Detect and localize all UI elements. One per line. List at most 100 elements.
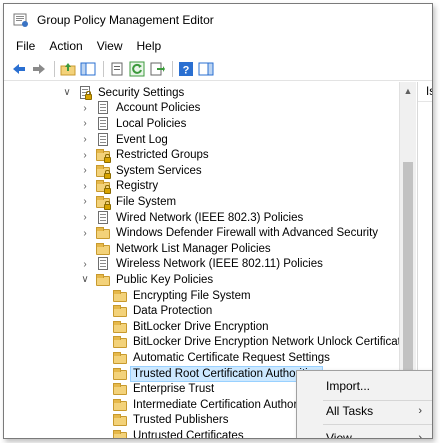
menu-help[interactable]: Help — [130, 39, 169, 53]
tree-item-event-log[interactable]: › Event Log — [80, 132, 170, 148]
tree-item-label: Encrypting File System — [133, 289, 251, 302]
tree-item-intermediate-ca[interactable]: Intermediate Certification Authorities — [97, 397, 320, 413]
folder-icon — [113, 382, 127, 396]
tree-item-bitlocker-network-unlock[interactable]: BitLocker Drive Encryption Network Unloc… — [97, 335, 399, 351]
window-title: Group Policy Management Editor — [37, 12, 214, 27]
tree-item-untrusted-certificates[interactable]: Untrusted Certificates — [97, 428, 246, 438]
tree-item-label: Intermediate Certification Authorities — [133, 398, 318, 411]
tree-item-label: Trusted Root Certification Authorities — [130, 365, 323, 382]
tree-item-system-services[interactable]: › System Services — [80, 163, 204, 179]
folder-icon — [113, 351, 127, 365]
folder-icon — [96, 242, 110, 256]
context-menu: Import... All Tasks › View › — [296, 370, 432, 439]
back-arrow-icon[interactable] — [10, 60, 28, 78]
tree-item-label: BitLocker Drive Encryption — [133, 320, 269, 333]
context-menu-view[interactable]: View › — [297, 427, 432, 439]
expand-chevron-icon[interactable]: › — [80, 164, 90, 178]
menu-file[interactable]: File — [9, 39, 42, 53]
tree-item-wired-network-policies[interactable]: › Wired Network (IEEE 802.3) Policies — [80, 210, 305, 226]
toolbar-separator — [172, 60, 173, 77]
folder-icon — [96, 273, 110, 287]
scroll-up-arrow-icon[interactable]: ▲ — [400, 82, 416, 99]
tree-item-label: Wireless Network (IEEE 802.11) Policies — [116, 258, 323, 271]
collapse-chevron-icon[interactable]: ∨ — [80, 273, 90, 287]
svg-text:?: ? — [183, 64, 190, 76]
tree-item-trusted-publishers[interactable]: Trusted Publishers — [97, 413, 230, 429]
tree-item-label: Registry — [116, 180, 159, 193]
context-menu-import[interactable]: Import... — [297, 375, 432, 397]
tree-item-registry[interactable]: › Registry — [80, 179, 160, 195]
tree-item-encrypting-file-system[interactable]: Encrypting File System — [97, 288, 253, 304]
show-action-pane-icon[interactable] — [197, 60, 215, 78]
tree-item-account-policies[interactable]: › Account Policies — [80, 101, 202, 117]
tree-item-security-settings[interactable]: ∨ Security Settings — [62, 85, 186, 101]
context-menu-label: View — [326, 431, 352, 439]
folder-icon — [113, 398, 127, 412]
folder-icon — [113, 304, 127, 318]
policy-doc-icon — [96, 101, 110, 115]
menu-view[interactable]: View — [90, 39, 130, 53]
tree-item-defender-firewall[interactable]: › Windows Defender Firewall with Advance… — [80, 225, 380, 241]
context-menu-label: Import... — [326, 379, 371, 393]
up-folder-icon[interactable] — [59, 60, 77, 78]
expand-chevron-icon[interactable]: › — [80, 179, 90, 193]
expand-chevron-icon[interactable]: › — [80, 195, 90, 209]
tree-item-label: File System — [116, 195, 177, 208]
export-list-icon[interactable] — [148, 60, 166, 78]
locked-folder-icon — [96, 179, 111, 195]
folder-icon — [113, 413, 127, 427]
tree-item-enterprise-trust[interactable]: Enterprise Trust — [97, 381, 216, 397]
tree-item-label: Windows Defender Firewall with Advanced … — [116, 227, 379, 240]
tree-item-label: Data Protection — [133, 305, 213, 318]
group-policy-app-icon — [13, 12, 29, 28]
forward-arrow-icon[interactable] — [30, 60, 48, 78]
tree-item-data-protection[interactable]: Data Protection — [97, 303, 214, 319]
locked-folder-icon — [96, 195, 111, 210]
details-column-header[interactable]: Is — [418, 82, 432, 102]
tree-item-label: Network List Manager Policies — [116, 242, 271, 255]
refresh-icon[interactable] — [128, 60, 146, 78]
expand-chevron-icon[interactable]: › — [80, 133, 90, 147]
collapse-chevron-icon[interactable]: ∨ — [62, 86, 72, 100]
context-menu-label: All Tasks — [326, 404, 374, 418]
tree-item-file-system[interactable]: › File System — [80, 194, 178, 210]
locked-folder-icon — [96, 148, 111, 164]
submenu-arrow-icon: › — [418, 432, 422, 439]
tree-item-label: BitLocker Drive Encryption Network Unloc… — [133, 336, 399, 349]
tree-item-automatic-cert-request[interactable]: Automatic Certificate Request Settings — [97, 350, 332, 366]
tree-item-trusted-root-ca[interactable]: Trusted Root Certification Authorities — [97, 365, 323, 382]
show-hide-tree-icon[interactable] — [79, 60, 97, 78]
tree-item-label: Trusted Publishers — [133, 414, 229, 427]
tree-item-label: Wired Network (IEEE 802.3) Policies — [116, 211, 304, 224]
expand-chevron-icon[interactable]: › — [80, 117, 90, 131]
policy-doc-icon — [96, 132, 110, 147]
folder-icon — [113, 429, 127, 438]
tree-item-bitlocker[interactable]: BitLocker Drive Encryption — [97, 319, 271, 335]
expand-chevron-icon[interactable]: › — [80, 211, 90, 225]
menu-action[interactable]: Action — [42, 39, 89, 53]
folder-icon — [113, 320, 127, 334]
tree-item-network-list-manager[interactable]: Network List Manager Policies — [80, 241, 273, 257]
properties-icon[interactable] — [108, 60, 126, 78]
help-icon[interactable]: ? — [177, 60, 195, 78]
tree-item-label: Account Policies — [116, 102, 201, 115]
tree-item-label: Restricted Groups — [116, 149, 209, 162]
security-settings-icon — [78, 85, 92, 100]
expand-chevron-icon[interactable]: › — [80, 148, 90, 162]
expand-chevron-icon[interactable]: › — [80, 101, 90, 115]
tree-item-public-key-policies[interactable]: ∨ Public Key Policies — [80, 272, 215, 288]
submenu-arrow-icon: › — [418, 405, 422, 417]
tree-item-label: Enterprise Trust — [133, 383, 215, 396]
folder-icon — [113, 335, 127, 349]
expand-chevron-icon[interactable]: › — [80, 257, 90, 271]
tree-item-restricted-groups[interactable]: › Restricted Groups — [80, 147, 211, 164]
tree-item-local-policies[interactable]: › Local Policies — [80, 116, 188, 132]
context-menu-all-tasks[interactable]: All Tasks › — [297, 400, 432, 422]
expand-chevron-icon[interactable]: › — [80, 226, 90, 240]
policy-doc-icon — [96, 116, 110, 131]
title-bar[interactable]: Group Policy Management Editor — [4, 4, 432, 35]
folder-icon — [96, 226, 110, 240]
tree-item-label: Public Key Policies — [116, 273, 214, 286]
tree-item-label: Event Log — [116, 133, 168, 146]
tree-item-wireless-network-policies[interactable]: › Wireless Network (IEEE 802.11) Policie… — [80, 257, 325, 273]
